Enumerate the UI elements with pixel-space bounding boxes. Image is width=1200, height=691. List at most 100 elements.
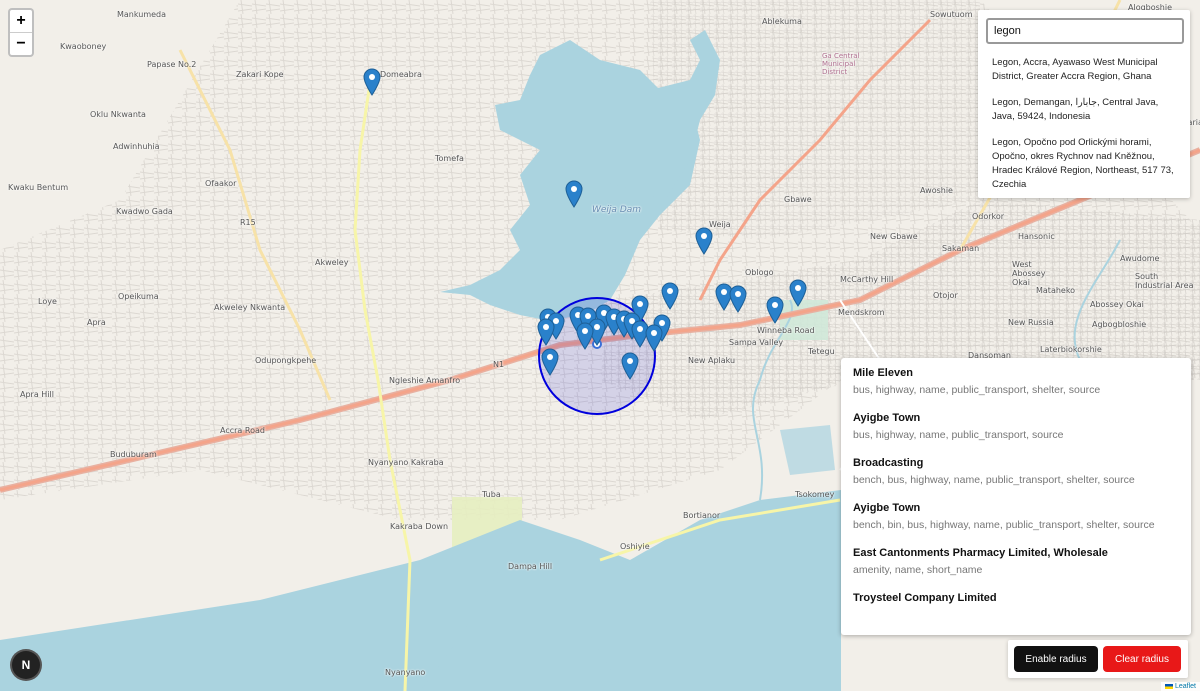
map-label: Agbogbloshie	[1092, 320, 1147, 329]
feature-tags: bench, bin, bus, highway, name, public_t…	[853, 519, 1155, 531]
enable-radius-button[interactable]: Enable radius	[1014, 646, 1098, 672]
feature-tags: bus, highway, name, public_transport, so…	[853, 429, 1064, 441]
map-canvas[interactable]: Mankumeda Kwaoboney Papase No.2 Zakari K…	[0, 0, 1200, 691]
feature-title: Troysteel Company Limited	[853, 592, 997, 604]
map-label: Accra Road	[220, 426, 265, 435]
map-label: Ngleshie Amanfro	[389, 376, 461, 385]
map-marker[interactable]	[576, 322, 594, 350]
map-label: Akweley Nkwanta	[214, 303, 286, 312]
map-marker[interactable]	[789, 279, 807, 307]
map-label: Bortianor	[683, 511, 721, 520]
map-label: Abossey Okai	[1090, 300, 1144, 309]
map-marker[interactable]	[695, 227, 713, 255]
map-marker[interactable]	[565, 180, 583, 208]
map-label: Odorkor	[972, 212, 1005, 221]
map-label: Laterbiokorshie	[1040, 345, 1102, 354]
geocoder-panel: Legon, Accra, Ayawaso West Municipal Dis…	[978, 10, 1190, 198]
map-label: Kakraba Down	[390, 522, 449, 531]
search-result-item[interactable]: Legon, Accra, Ayawaso West Municipal Dis…	[978, 50, 1190, 90]
map-label: Apra	[87, 318, 106, 327]
map-label: Apra Hill	[20, 390, 54, 399]
search-result-item[interactable]: Legon, Demangan, جابارا, Central Java, J…	[978, 90, 1190, 130]
feature-tags: amenity, name, short_name	[853, 564, 983, 576]
map-label: Awudome	[1120, 254, 1160, 263]
map-label: Mankumeda	[117, 10, 167, 19]
map-label: Loye	[38, 297, 57, 306]
map-marker[interactable]	[541, 348, 559, 376]
map-label: Nyanyano	[385, 668, 426, 677]
map-label: Ablekuma	[762, 17, 802, 26]
map-label: New Aplaku	[688, 356, 736, 365]
feature-title: Broadcasting	[853, 457, 924, 469]
map-marker[interactable]	[766, 296, 784, 324]
map-label: Sampa Valley	[729, 338, 784, 347]
feature-list-item[interactable]: Troysteel Company Limited	[841, 583, 1191, 611]
map-label: Kwaoboney	[60, 42, 107, 51]
map-label: Odupongkpehe	[255, 356, 317, 365]
map-label: Oblogo	[745, 268, 774, 277]
feature-list-item[interactable]: Ayigbe Town bus, highway, name, public_t…	[841, 403, 1191, 448]
map-label: Tsokomey	[795, 490, 835, 499]
ukraine-flag-icon	[1164, 683, 1173, 689]
map-label: Mataheko	[1036, 286, 1076, 295]
map-label: Sowutuom	[930, 10, 973, 19]
map-label: New Gbawe	[870, 232, 918, 241]
map-label: Sakaman	[942, 244, 980, 253]
map-label: Tomefa	[435, 154, 464, 163]
zoom-out-button[interactable]: −	[10, 32, 32, 55]
feature-title: Ayigbe Town	[853, 502, 921, 514]
feature-list-item[interactable]: Broadcasting bench, bus, highway, name, …	[841, 448, 1191, 493]
map-label: Domeabra	[380, 70, 422, 79]
map-label: Oshiyie	[620, 542, 650, 551]
map-label: McCarthy Hill	[840, 275, 894, 284]
map-label: Ga Central Municipal District	[822, 52, 860, 76]
map-label: Mendskrom	[838, 308, 885, 317]
leaflet-link[interactable]: Leaflet	[1175, 683, 1196, 690]
map-label: Papase No.2	[147, 60, 197, 69]
map-label: N1	[493, 360, 505, 369]
feature-title: Mile Eleven	[853, 367, 913, 379]
feature-tags: bench, bus, highway, name, public_transp…	[853, 474, 1135, 486]
map-marker[interactable]	[729, 285, 747, 313]
map-label: South Industrial Area	[1135, 272, 1194, 290]
map-label: Kwaku Bentum	[8, 183, 69, 192]
feature-list-item[interactable]: East Cantonments Pharmacy Limited, Whole…	[841, 538, 1191, 583]
map-marker[interactable]	[621, 352, 639, 380]
map-marker[interactable]	[661, 282, 679, 310]
map-label: Oklu Nkwanta	[90, 110, 146, 119]
map-label: Weija Dam	[592, 205, 642, 215]
map-label: Tuba	[482, 490, 501, 499]
feature-tags: bus, highway, name, public_transport, sh…	[853, 384, 1101, 396]
map-label: R15	[240, 218, 256, 227]
map-label: Zakari Kope	[236, 70, 284, 79]
map-label: Akweley	[315, 258, 349, 267]
map-label: Opeikuma	[118, 292, 159, 301]
map-label: Winneba Road	[757, 326, 815, 335]
map-marker[interactable]	[645, 324, 663, 352]
feature-list-panel[interactable]: Mile Eleven bus, highway, name, public_t…	[841, 358, 1191, 635]
map-label: Awoshie	[920, 186, 953, 195]
clear-radius-button[interactable]: Clear radius	[1103, 646, 1181, 672]
map-label: Otojor	[933, 291, 958, 300]
feature-list-item[interactable]: Ayigbe Town bench, bin, bus, highway, na…	[841, 493, 1191, 538]
map-label: West Abossey Okai	[1012, 260, 1046, 287]
search-input[interactable]	[986, 18, 1184, 44]
feature-title: East Cantonments Pharmacy Limited, Whole…	[853, 547, 1108, 559]
map-label: Nyanyano Kakraba	[368, 458, 444, 467]
app-logo[interactable]: N	[12, 651, 40, 679]
map-label: Gbawe	[784, 195, 812, 204]
feature-list-item[interactable]: Mile Eleven bus, highway, name, public_t…	[841, 358, 1191, 403]
map-label: Adwinhuhia	[113, 142, 160, 151]
map-label: Dampa Hill	[508, 562, 553, 571]
zoom-control: + −	[8, 8, 34, 57]
map-marker[interactable]	[363, 68, 381, 96]
map-label: Ofaakor	[205, 179, 237, 188]
search-result-item[interactable]: Legon, Opočno pod Orlickými horami, Opoč…	[978, 130, 1190, 198]
radius-controls: Enable radius Clear radius	[1008, 640, 1188, 678]
map-label: Hansonic	[1018, 232, 1055, 241]
map-label: Kwadwo Gada	[116, 207, 173, 216]
zoom-in-button[interactable]: +	[10, 10, 32, 32]
map-marker[interactable]	[537, 318, 555, 346]
map-label: Tetegu	[808, 347, 835, 356]
feature-title: Ayigbe Town	[853, 412, 921, 424]
